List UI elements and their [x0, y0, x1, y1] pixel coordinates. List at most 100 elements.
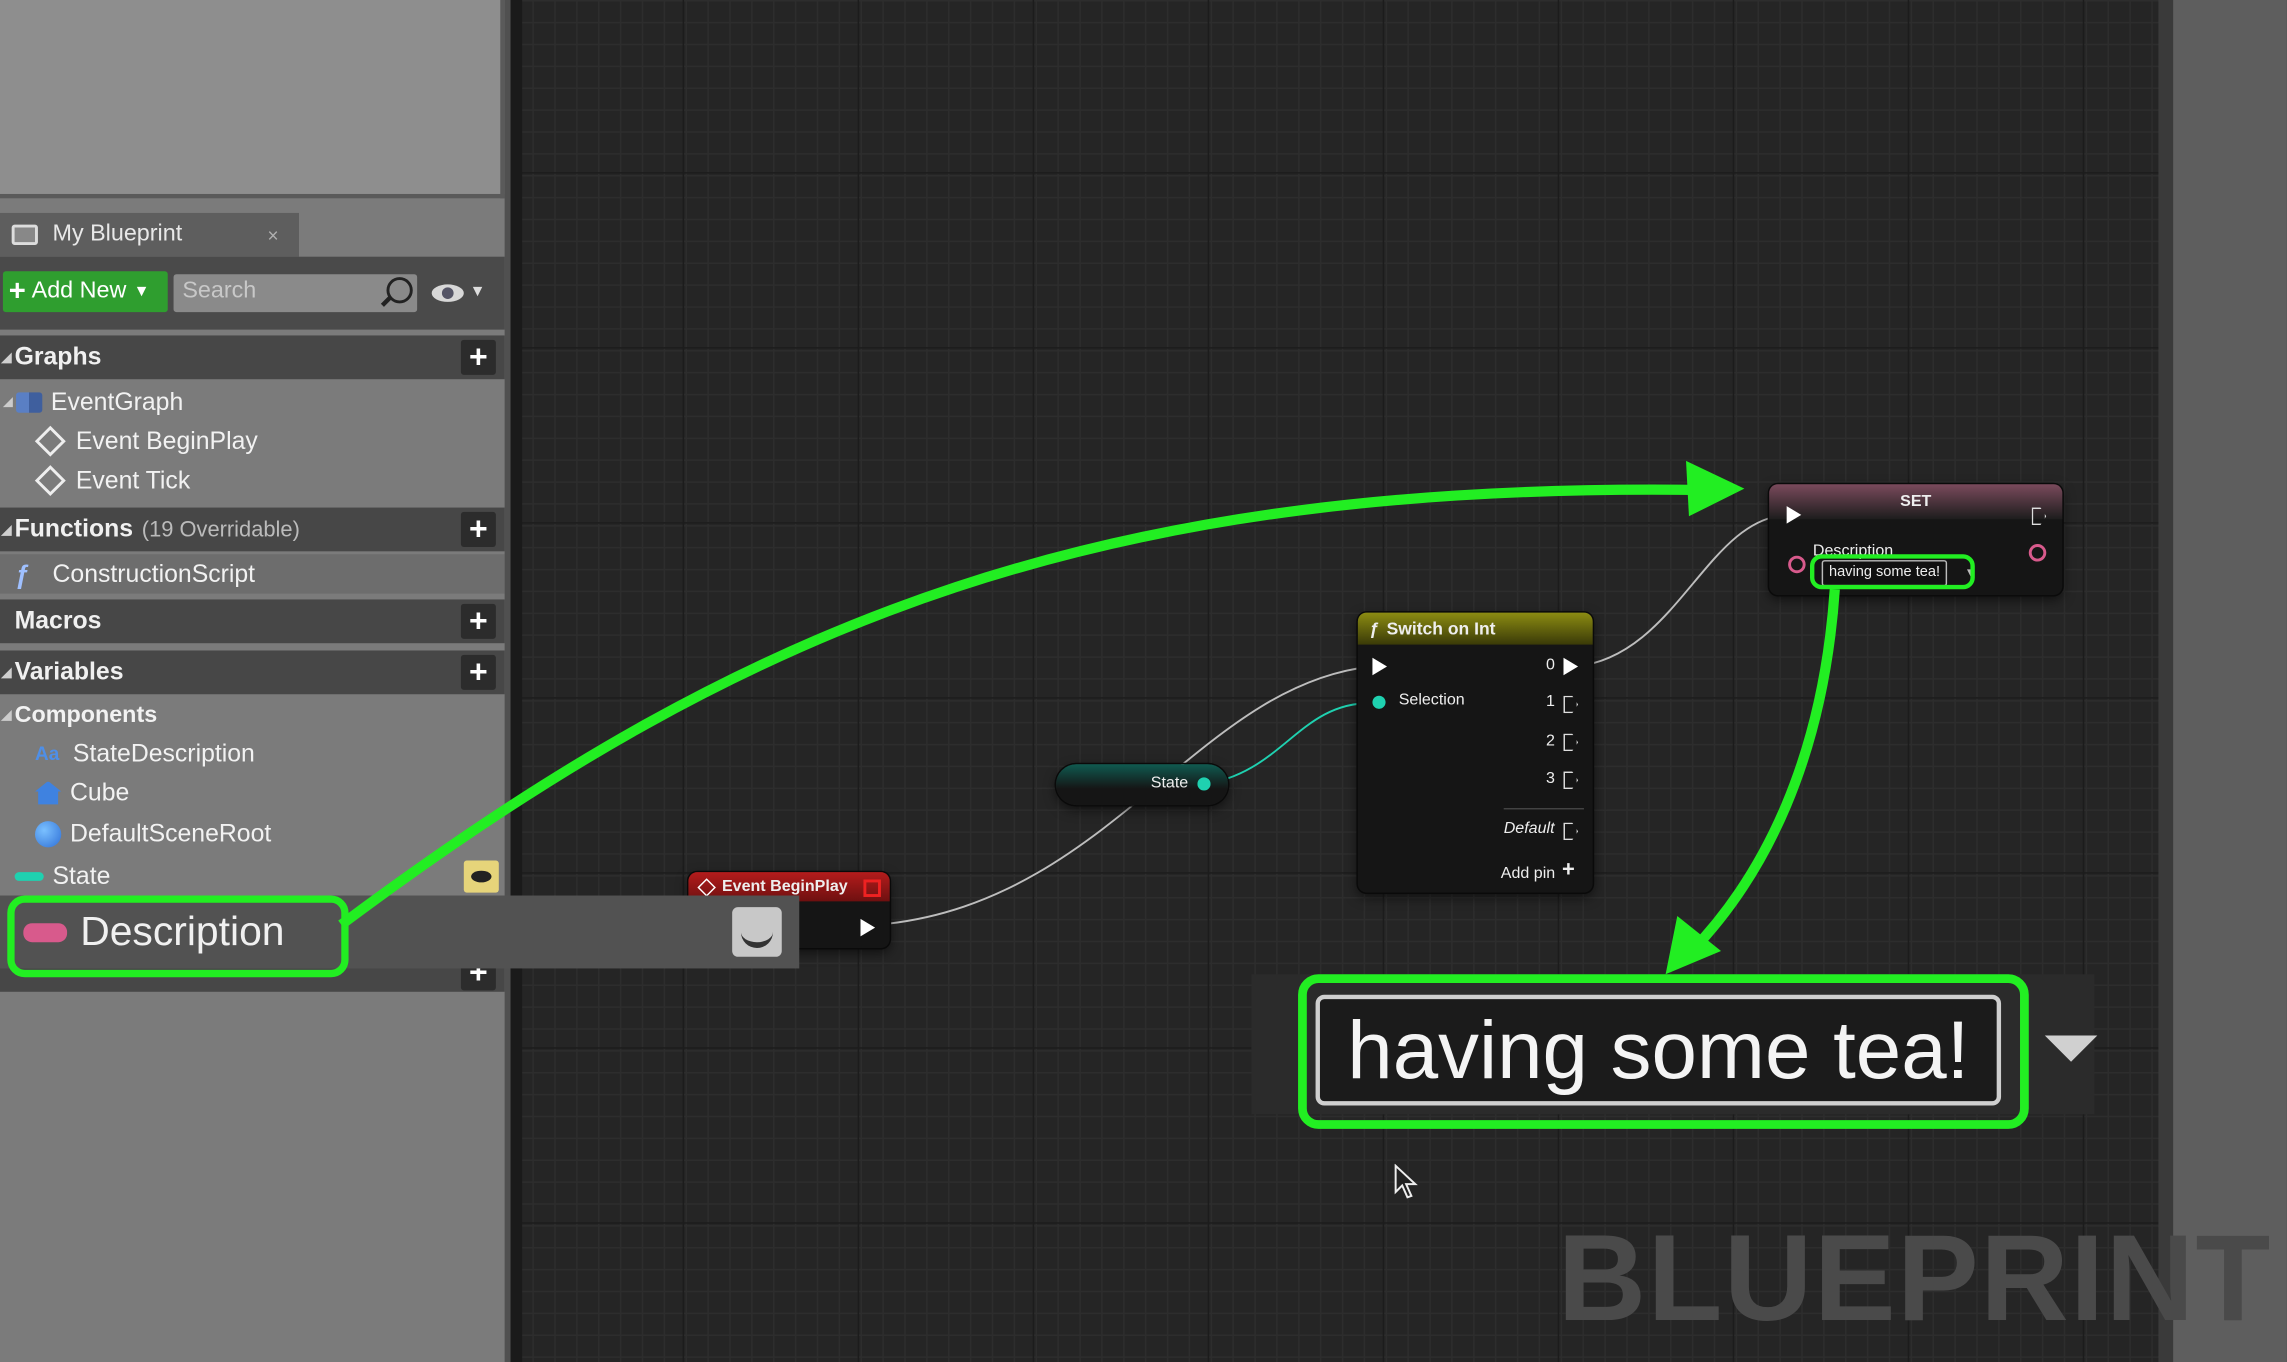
selection-label: Selection	[1398, 691, 1465, 709]
chevron-down-icon: ▼	[133, 282, 150, 301]
tab-my-blueprint[interactable]: My Blueprint ×	[0, 212, 299, 257]
graph-item-eventgraph[interactable]: ◢ EventGraph	[0, 382, 505, 421]
section-label: Variables	[14, 657, 124, 686]
output-label-2: 2	[1546, 732, 1555, 750]
default-label: Default	[1503, 819, 1555, 838]
category-label: Components	[14, 702, 158, 728]
event-icon	[34, 425, 66, 457]
book-icon	[11, 224, 38, 246]
variable-item-state[interactable]: State	[0, 856, 505, 895]
tab-label: My Blueprint	[52, 221, 183, 247]
closed-eye-icon[interactable]	[732, 907, 782, 957]
output-pin-1[interactable]	[1563, 695, 1579, 714]
section-label: Graphs	[14, 342, 102, 371]
section-variables[interactable]: ◢ Variables +	[0, 650, 505, 695]
add-macro-button[interactable]: +	[460, 603, 496, 639]
function-item-constructionscript[interactable]: ƒ ConstructionScript	[0, 554, 505, 594]
add-pin-icon[interactable]: +	[1562, 858, 1575, 883]
collapse-triangle-icon[interactable]: ◢	[1, 521, 11, 537]
section-functions[interactable]: ◢ Functions (19 Overridable) +	[0, 507, 505, 552]
item-label: Event BeginPlay	[75, 426, 258, 455]
node-divider	[1503, 808, 1584, 810]
output-pin-3[interactable]	[1563, 771, 1579, 790]
mouse-cursor-icon	[1394, 1163, 1418, 1199]
output-label-0: 0	[1546, 656, 1555, 674]
eye-icon[interactable]	[431, 284, 464, 302]
switch-icon: ƒ	[1369, 618, 1380, 639]
section-label: Functions	[14, 514, 134, 543]
switch-on-int-node[interactable]: ƒ Switch on Int Selection 0 1 2 3 Defaul…	[1357, 612, 1593, 893]
item-label: DefaultSceneRoot	[70, 818, 272, 847]
item-label: ConstructionScript	[52, 559, 256, 588]
chevron-down-icon[interactable]: ▼	[470, 283, 486, 301]
component-item-cube[interactable]: Cube	[0, 773, 505, 812]
default-pin[interactable]	[1563, 822, 1579, 841]
output-pin-2[interactable]	[1563, 733, 1579, 752]
functions-overridable-count: (19 Overridable)	[141, 517, 300, 542]
close-icon[interactable]: ×	[267, 224, 278, 246]
collapse-triangle-icon[interactable]: ◢	[1, 664, 11, 680]
viewport-preview	[0, 0, 505, 199]
exec-out-pin[interactable]	[860, 918, 876, 937]
selection-pin[interactable]	[1372, 695, 1386, 709]
set-value-highlight	[1809, 554, 1975, 590]
panel-splitter[interactable]	[504, 0, 511, 1362]
string-out-pin[interactable]	[2028, 544, 2047, 562]
int-out-pin[interactable]	[1197, 777, 1211, 791]
plus-icon: +	[8, 274, 26, 308]
graph-divider	[510, 0, 523, 1362]
add-new-button[interactable]: + Add New ▼	[2, 271, 168, 313]
search-input[interactable]: Search	[173, 274, 418, 313]
zoom-highlight-box	[1298, 974, 2029, 1129]
search-icon[interactable]	[386, 277, 413, 304]
panel-toolbar: + Add New ▼ Search ▼	[0, 256, 505, 330]
collapse-triangle-icon[interactable]: ◢	[1, 707, 11, 723]
add-graph-button[interactable]: +	[460, 339, 496, 375]
item-label: Event Tick	[75, 465, 191, 494]
item-label: EventGraph	[50, 387, 184, 415]
graph-item-event-beginplay[interactable]: Event BeginPlay	[0, 422, 505, 461]
graph-icon	[15, 391, 43, 413]
blueprint-graph-canvas[interactable]	[510, 0, 2174, 1362]
node-title: Event BeginPlay	[721, 878, 848, 896]
scene-component-icon	[35, 820, 62, 847]
section-macros[interactable]: Macros +	[0, 599, 505, 644]
node-title: State	[1150, 774, 1189, 792]
event-icon	[697, 877, 716, 897]
details-panel-edge	[2158, 0, 2287, 1362]
my-blueprint-panel: My Blueprint × + Add New ▼ Search ▼ ◢ Gr…	[0, 0, 511, 1362]
collapse-triangle-icon[interactable]: ◢	[3, 394, 13, 410]
state-getter-node[interactable]: State	[1055, 764, 1229, 806]
component-item-statedescription[interactable]: Aa StateDescription	[0, 734, 505, 773]
description-highlight-box	[7, 895, 349, 978]
string-in-pin[interactable]	[1788, 555, 1806, 574]
item-label: Cube	[70, 778, 130, 806]
function-icon: ƒ	[14, 559, 30, 589]
components-category[interactable]: ◢ Components	[0, 696, 505, 735]
event-icon	[34, 465, 66, 497]
output-pin-0[interactable]	[1563, 657, 1579, 676]
item-label: State	[52, 861, 111, 889]
blueprint-watermark: BLUEPRINT	[1557, 1209, 2272, 1347]
section-label: Macros	[14, 606, 102, 635]
delegate-pin[interactable]	[863, 879, 881, 897]
node-title: SET	[1900, 492, 1932, 511]
output-label-3: 3	[1546, 770, 1555, 788]
output-label-1: 1	[1546, 692, 1555, 711]
exec-in-pin[interactable]	[1786, 506, 1802, 524]
static-mesh-icon	[35, 781, 62, 805]
zoom-dropdown-caret	[2044, 1035, 2098, 1062]
graph-item-event-tick[interactable]: Event Tick	[0, 461, 505, 500]
component-item-defaultsceneroot[interactable]: DefaultSceneRoot	[0, 814, 505, 853]
node-title: Switch on Int	[1386, 618, 1496, 639]
section-graphs[interactable]: ◢ Graphs +	[0, 335, 505, 380]
search-placeholder: Search	[182, 278, 257, 304]
set-description-node[interactable]: SET Description having some tea! ▼	[1769, 484, 2063, 596]
add-pin-button[interactable]: Add pin	[1501, 865, 1555, 883]
exec-in-pin[interactable]	[1372, 657, 1388, 676]
visibility-eye-icon[interactable]	[463, 860, 499, 893]
add-variable-button[interactable]: +	[460, 654, 496, 690]
add-function-button[interactable]: +	[460, 511, 496, 547]
add-new-label: Add New	[31, 278, 127, 304]
collapse-triangle-icon[interactable]: ◢	[1, 349, 11, 365]
